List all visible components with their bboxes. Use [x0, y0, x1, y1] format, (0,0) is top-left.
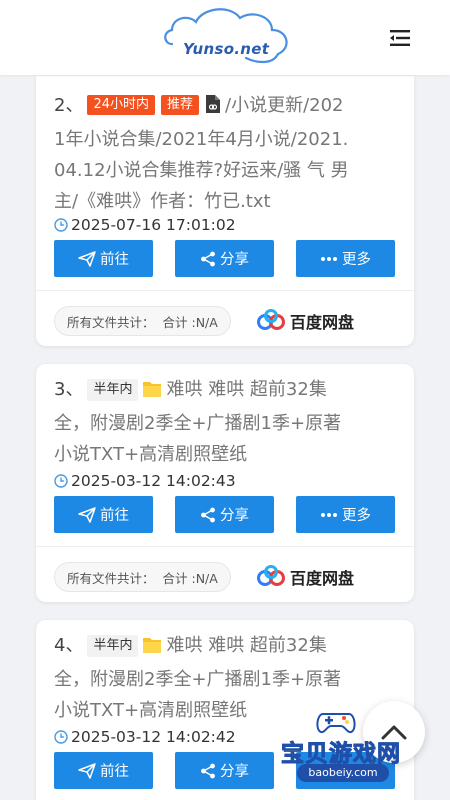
more-button-label: 更多	[342, 508, 371, 524]
time-tag: 半年内	[87, 635, 139, 657]
divider	[36, 546, 414, 547]
share-icon	[201, 251, 215, 266]
baidu-drive-icon	[257, 309, 285, 330]
result-date-text: 2025-03-12 14:02:43	[71, 472, 236, 490]
result-card: 2、 24小时内 推荐/小说更新/2021年小说合集/2021年4月小说/2021.…	[36, 76, 414, 346]
share-button[interactable]: 分享	[175, 752, 274, 789]
watermark: 宝贝游戏网 baobeiy.com	[275, 706, 425, 790]
share-button-label: 分享	[220, 252, 249, 268]
result-index: 4、	[54, 635, 84, 656]
file-count-badge: 所有文件共计： 合计 :N/A	[54, 562, 231, 592]
share-icon	[201, 507, 215, 522]
divider	[36, 290, 414, 291]
result-date: 2025-03-12 14:02:42	[54, 728, 236, 746]
result-index: 2、	[54, 95, 84, 116]
send-icon	[78, 762, 96, 779]
watermark-title: 宝贝游戏网	[281, 741, 401, 768]
go-button-label: 前往	[100, 252, 129, 268]
clock-icon	[54, 730, 68, 744]
document-icon	[205, 93, 221, 124]
drive-name: 百度网盘	[290, 569, 355, 588]
share-button-label: 分享	[220, 508, 249, 524]
share-button[interactable]: 分享	[175, 240, 274, 277]
share-icon	[201, 763, 215, 778]
share-button-label: 分享	[220, 764, 249, 780]
folder-icon	[142, 633, 162, 664]
baidu-drive-badge: 百度网盘	[256, 306, 354, 336]
baidu-drive-icon	[257, 565, 285, 586]
time-tag: 24小时内	[87, 95, 155, 115]
result-title[interactable]: 2、 24小时内 推荐/小说更新/2021年小说合集/2021年4月小说/2021.…	[54, 90, 354, 217]
result-date-text: 2025-03-12 14:02:42	[71, 728, 236, 746]
baidu-drive-badge: 百度网盘	[256, 562, 354, 592]
recommend-tag: 推荐	[161, 95, 200, 115]
go-button[interactable]: 前往	[54, 496, 153, 533]
watermark-url: baobeiy.com	[297, 764, 389, 782]
result-index: 3、	[54, 379, 84, 400]
file-count-label: 所有文件共计：	[67, 314, 155, 330]
send-icon	[78, 250, 96, 267]
clock-icon	[54, 218, 68, 232]
cloud-icon	[164, 8, 288, 64]
file-total: 合计 :N/A	[162, 314, 218, 330]
result-card: 3、 半年内 难哄 难哄 超前32集全，附漫剧2季全+广播剧1季+原著小说TXT+高…	[36, 364, 414, 602]
drive-name: 百度网盘	[290, 313, 355, 332]
go-button-label: 前往	[100, 508, 129, 524]
top-header: Yunso.net	[0, 0, 450, 75]
share-button[interactable]: 分享	[175, 496, 274, 533]
go-button[interactable]: 前往	[54, 752, 153, 789]
result-title[interactable]: 3、 半年内 难哄 难哄 超前32集全，附漫剧2季全+广播剧1季+原著小说TXT+高…	[54, 374, 354, 470]
more-button-label: 更多	[342, 252, 371, 268]
file-count-label: 所有文件共计：	[67, 570, 155, 586]
site-logo[interactable]: Yunso.net	[160, 4, 295, 70]
menu-icon	[390, 30, 410, 46]
file-count-badge: 所有文件共计： 合计 :N/A	[54, 306, 231, 336]
more-button[interactable]: 更多	[296, 240, 395, 277]
send-icon	[78, 506, 96, 523]
more-dots-icon	[321, 256, 337, 261]
clock-icon	[54, 474, 68, 488]
logo-text: Yunso.net	[183, 40, 270, 58]
result-date-text: 2025-07-16 17:01:02	[71, 216, 236, 234]
time-tag: 半年内	[87, 379, 139, 401]
go-button-label: 前往	[100, 764, 129, 780]
go-button[interactable]: 前往	[54, 240, 153, 277]
result-date: 2025-07-16 17:01:02	[54, 216, 236, 234]
more-button[interactable]: 更多	[296, 496, 395, 533]
file-total: 合计 :N/A	[162, 570, 218, 586]
menu-button[interactable]	[384, 24, 416, 52]
more-dots-icon	[321, 512, 337, 517]
result-date: 2025-03-12 14:02:43	[54, 472, 236, 490]
folder-icon	[142, 377, 162, 408]
